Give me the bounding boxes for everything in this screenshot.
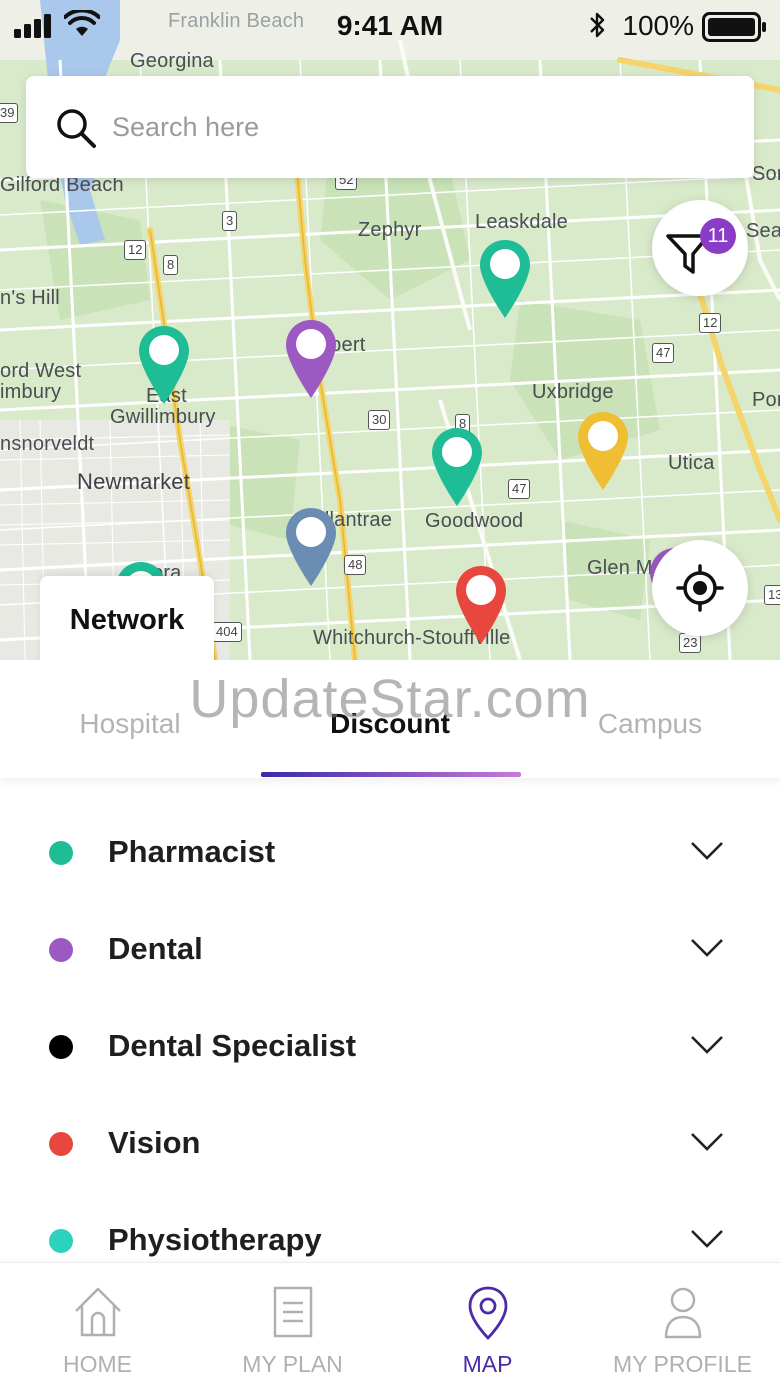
map-label: ord West (0, 360, 82, 382)
map-pin-yellow[interactable] (578, 412, 628, 492)
map-pin-green[interactable] (432, 428, 482, 508)
map-pin-icon (468, 1286, 508, 1340)
category-row-vision[interactable]: Vision (0, 1095, 780, 1192)
battery-icon (702, 12, 766, 42)
map-label: Gwillimbury (110, 406, 216, 428)
road-shield: 3 (222, 211, 238, 231)
nav-home[interactable]: HOME (0, 1263, 195, 1387)
battery-percentage: 100% (622, 10, 694, 41)
search-icon (57, 109, 96, 148)
road-shield: 47 (652, 343, 675, 363)
chevron-down-icon[interactable] (690, 1228, 724, 1250)
nav-map[interactable]: MAP (390, 1263, 585, 1387)
category-row-dental[interactable]: Dental (0, 901, 780, 998)
category-row-dental-specialist[interactable]: Dental Specialist (0, 998, 780, 1095)
category-row-pharmacist[interactable]: Pharmacist (0, 804, 780, 901)
road-shield: 404 (212, 622, 242, 642)
map-label: Goodwood (425, 510, 524, 532)
bottom-navigation: HOME MY PLAN MAP MY PROFILE (0, 1262, 780, 1387)
map-label: Leaskdale (475, 211, 568, 233)
tab-active-indicator (261, 772, 521, 777)
map-label: Uxbridge (532, 381, 614, 403)
network-label: Network (69, 604, 185, 636)
road-shield: 12 (699, 313, 722, 333)
search-input[interactable] (112, 102, 712, 152)
road-shield: 12 (124, 240, 147, 260)
nav-my-profile[interactable]: MY PROFILE (585, 1263, 780, 1387)
chevron-down-icon[interactable] (690, 1034, 724, 1056)
watermark: UpdateStar.com (189, 669, 591, 729)
map-pin-green[interactable] (480, 240, 530, 320)
status-bar: 9:41 AM 100% (0, 0, 780, 52)
map-label: Sea (746, 220, 780, 242)
category-label: Dental Specialist (108, 1028, 357, 1063)
filter-button[interactable] (652, 200, 748, 296)
category-color-dot (49, 1132, 73, 1156)
map-pin-blue[interactable] (286, 508, 336, 588)
home-icon (75, 1287, 121, 1337)
map-label: Sor (752, 163, 780, 185)
road-shield: 23 (679, 633, 702, 653)
category-color-dot (49, 1035, 73, 1059)
category-list: Pharmacist Dental Dental Specialist Visi… (0, 804, 780, 1289)
map-label: Zephyr (358, 219, 422, 241)
chevron-down-icon[interactable] (690, 937, 724, 959)
road-shield: 13 (764, 585, 780, 605)
category-label: Dental (108, 931, 203, 966)
network-toggle[interactable]: Network (40, 576, 214, 666)
map-pin-purple[interactable] (286, 320, 336, 400)
nav-label: HOME (63, 1351, 132, 1377)
road-shield: 30 (368, 410, 391, 430)
category-label: Pharmacist (108, 834, 276, 869)
category-color-dot (49, 938, 73, 962)
category-color-dot (49, 1229, 73, 1253)
crosshair-icon (676, 564, 724, 612)
map-label: nsnorveldt (0, 433, 95, 455)
filter-icon (666, 234, 710, 274)
filter-count-badge: 11 (700, 218, 736, 254)
nav-label: MY PROFILE (613, 1351, 752, 1377)
map-pin-red[interactable] (456, 566, 506, 646)
road-shield: 47 (508, 479, 531, 499)
road-shield: 39 (0, 103, 19, 123)
chevron-down-icon[interactable] (690, 1131, 724, 1153)
map-label: imbury (0, 381, 62, 403)
road-shield: 8 (163, 255, 179, 275)
category-label: Vision (108, 1125, 201, 1160)
nav-label: MY PLAN (242, 1351, 343, 1377)
user-icon (664, 1287, 702, 1339)
category-label: Physiotherapy (108, 1222, 322, 1257)
map-pin-green[interactable] (139, 326, 189, 406)
map-label: Por (752, 389, 780, 411)
chevron-down-icon[interactable] (690, 840, 724, 862)
map-label: Utica (668, 452, 715, 474)
my-location-button[interactable] (652, 540, 748, 636)
map-label: Glen M (587, 557, 653, 579)
category-color-dot (49, 841, 73, 865)
road-shield: 48 (344, 555, 367, 575)
map-label: Georgina (130, 50, 214, 72)
nav-label: MAP (462, 1351, 513, 1377)
map-label: n's Hill (0, 287, 60, 309)
search-bar[interactable] (26, 76, 754, 178)
bluetooth-icon (590, 12, 605, 38)
map-label: Newmarket (77, 469, 191, 494)
nav-my-plan[interactable]: MY PLAN (195, 1263, 390, 1387)
document-icon (273, 1286, 313, 1338)
